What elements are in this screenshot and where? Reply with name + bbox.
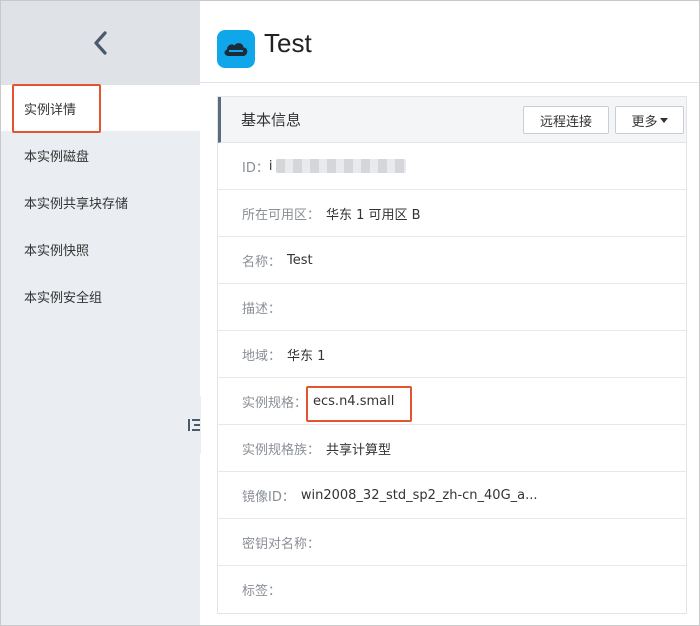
- sidebar-item-security-groups[interactable]: 本实例安全组: [1, 273, 200, 319]
- row-label: 实例规格族：: [242, 442, 321, 458]
- info-row-id: ID： i: [218, 143, 686, 190]
- row-value: 华东 1: [287, 348, 326, 364]
- basic-info-panel: 基本信息 远程连接 更多 ID： i 所在可用区： 华东 1 可用区 B 名称：…: [217, 96, 687, 614]
- row-label: 镜像ID：: [242, 489, 295, 505]
- cloud-server-icon: [217, 30, 255, 68]
- row-label: 标签：: [242, 584, 282, 599]
- info-row-instance-family: 实例规格族： 共享计算型: [218, 425, 686, 472]
- caret-down-icon: [659, 117, 668, 123]
- row-label: ID：: [242, 160, 269, 176]
- chevron-left-icon: [93, 31, 107, 55]
- row-label: 描述：: [242, 301, 282, 317]
- row-value: Test: [287, 252, 313, 268]
- info-row-description: 描述：: [218, 284, 686, 331]
- page-title: Test: [264, 28, 312, 58]
- row-label: 名称：: [242, 254, 282, 270]
- info-row-name: 名称： Test: [218, 237, 686, 284]
- info-row-zone: 所在可用区： 华东 1 可用区 B: [218, 190, 686, 237]
- sidebar-item-label: 本实例快照: [24, 243, 90, 259]
- info-row-region: 地域： 华东 1: [218, 331, 686, 378]
- sidebar-item-label: 本实例安全组: [24, 290, 103, 306]
- info-row-key-pair: 密钥对名称：: [218, 519, 686, 566]
- sidebar-item-label: 本实例共享块存储: [24, 196, 129, 212]
- row-value: 共享计算型: [326, 442, 392, 458]
- sidebar-item-disks[interactable]: 本实例磁盘: [1, 132, 200, 178]
- back-button[interactable]: [1, 1, 200, 85]
- row-label: 密钥对名称：: [242, 536, 321, 552]
- sidebar-item-label: 本实例磁盘: [24, 149, 90, 165]
- highlight-annotation: [306, 386, 412, 422]
- info-row-instance-type: 实例规格： ecs.n4.small: [218, 378, 686, 425]
- page-header: Test: [200, 1, 699, 83]
- row-label: 所在可用区：: [242, 207, 321, 223]
- row-label: 实例规格：: [242, 395, 308, 411]
- collapse-icon: [188, 419, 200, 431]
- info-row-tags: 标签：: [218, 566, 686, 613]
- sidebar-collapse-toggle[interactable]: [183, 396, 201, 454]
- more-dropdown-button[interactable]: 更多: [615, 106, 684, 134]
- highlight-annotation: [12, 84, 101, 133]
- more-label: 更多: [631, 114, 658, 130]
- info-row-image-id: 镜像ID： win2008_32_std_sp2_zh-cn_40G_a...: [218, 472, 686, 519]
- remote-connect-button[interactable]: 远程连接: [523, 106, 609, 134]
- row-value: win2008_32_std_sp2_zh-cn_40G_a...: [300, 487, 538, 503]
- row-value: 华东 1 可用区 B: [326, 207, 421, 223]
- masked-value: [276, 159, 407, 173]
- row-value: i: [268, 158, 273, 174]
- sidebar-item-shared-block-storage[interactable]: 本实例共享块存储: [1, 179, 200, 225]
- sidebar-item-snapshots[interactable]: 本实例快照: [1, 226, 200, 272]
- remote-connect-label: 远程连接: [539, 114, 592, 130]
- row-label: 地域：: [242, 348, 282, 364]
- panel-title: 基本信息: [241, 111, 302, 129]
- panel-header: 基本信息 远程连接 更多: [218, 97, 686, 143]
